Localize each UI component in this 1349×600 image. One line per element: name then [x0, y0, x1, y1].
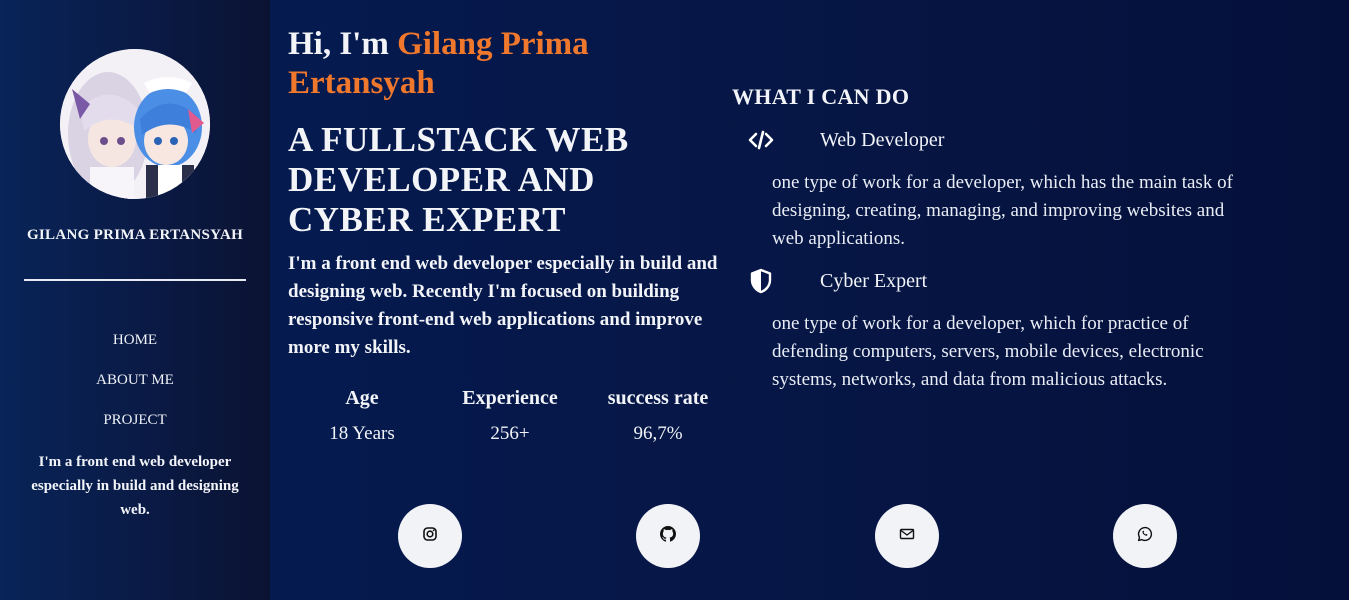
avatar [60, 49, 210, 199]
code-icon [748, 127, 774, 153]
services-title: WHAT I CAN DO [732, 84, 910, 109]
service-web-developer-description: one type of work for a developer, which … [772, 172, 1233, 249]
github-button[interactable] [636, 504, 700, 568]
stat-value: 96,7% [633, 423, 683, 444]
headline: A FULLSTACK WEB DEVELOPER AND CYBER EXPE… [288, 120, 629, 239]
stat-age: Age 18 Years [282, 386, 442, 446]
shield-icon [748, 268, 774, 294]
greeting-text: Hi, I'm [288, 26, 398, 62]
stat-value: 256+ [490, 423, 530, 444]
github-icon [660, 525, 676, 547]
divider [24, 279, 246, 281]
stat-label: success rate [607, 387, 709, 409]
sidebar: GILANG PRIMA ERTANSYAH HOME ABOUT ME PRO… [0, 0, 270, 600]
greeting-heading: Hi, I'm Gilang Prima Ertansyah [288, 25, 708, 103]
sidebar-bio: I'm a front end web developer especially… [31, 454, 239, 518]
nav-home[interactable]: HOME [24, 330, 246, 350]
whatsapp-button[interactable] [1113, 504, 1177, 568]
profile-name: GILANG PRIMA ERTANSYAH [26, 227, 244, 243]
stat-label: Experience [462, 387, 558, 409]
service-web-developer: Web Developer [820, 129, 945, 151]
instagram-button[interactable] [398, 504, 462, 568]
instagram-icon [422, 526, 438, 547]
nav-about-me[interactable]: ABOUT ME [24, 370, 246, 390]
whatsapp-icon [1137, 526, 1153, 547]
intro-text: I'm a front end web developer especially… [288, 253, 718, 358]
service-cyber-expert: Cyber Expert [820, 270, 928, 292]
service-cyber-expert-description: one type of work for a developer, which … [772, 313, 1204, 390]
stat-experience: Experience 256+ [430, 386, 590, 446]
stat-value: 18 Years [329, 423, 395, 444]
nav-project[interactable]: PROJECT [24, 410, 246, 430]
stat-success-rate: success rate 96,7% [578, 386, 738, 446]
mail-icon [899, 526, 915, 547]
stat-label: Age [345, 387, 379, 409]
mail-button[interactable] [875, 504, 939, 568]
